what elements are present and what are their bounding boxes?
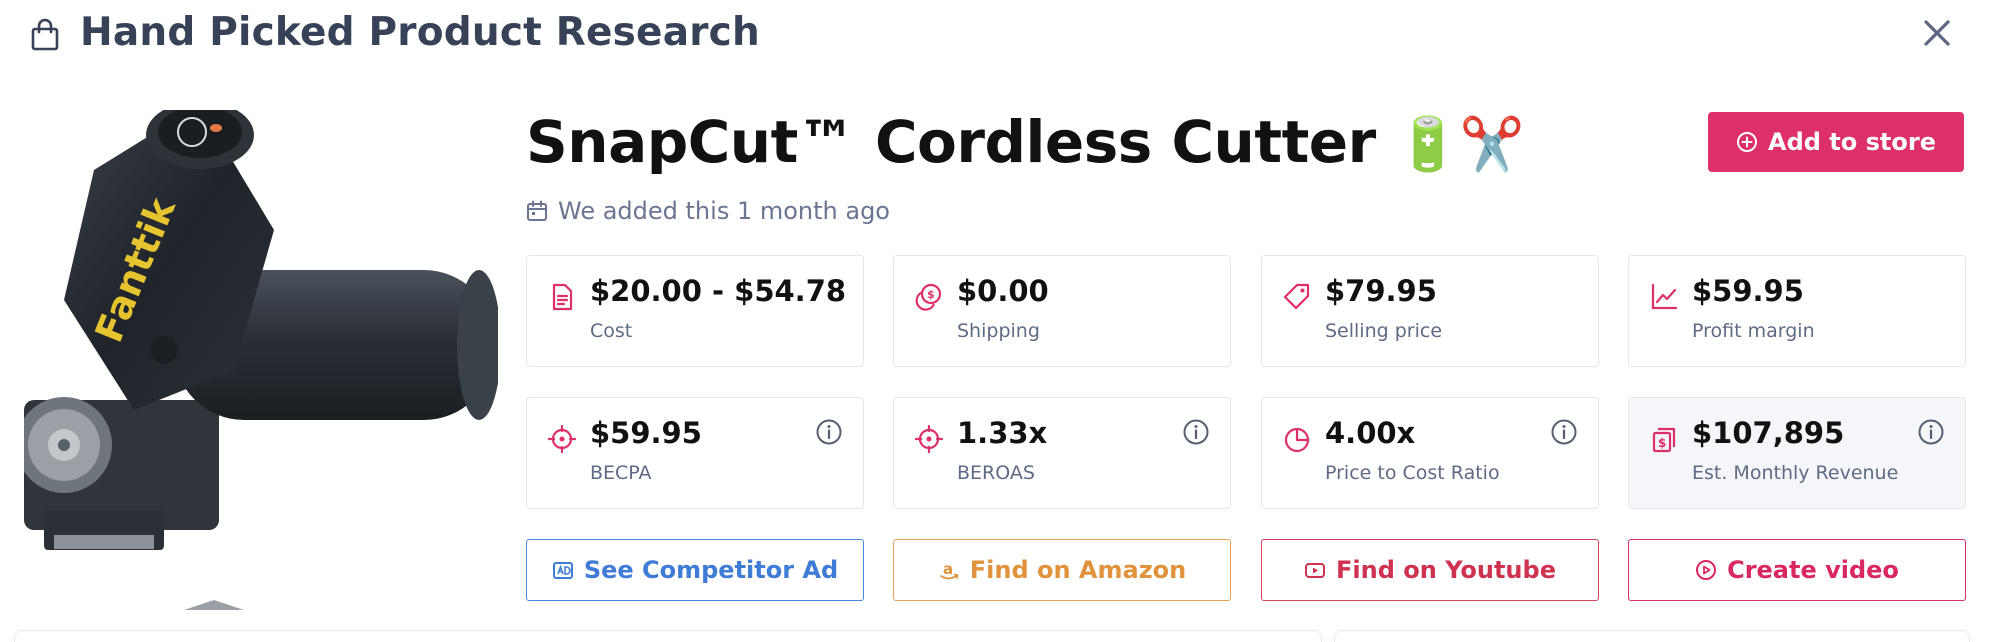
calendar-icon <box>527 200 547 221</box>
stat-label: Selling price <box>1325 320 1443 342</box>
stat-value: $107,895 <box>1692 416 1845 450</box>
modal-title: Hand Picked Product Research <box>80 10 760 55</box>
svg-text:$: $ <box>927 288 935 301</box>
stat-label: Cost <box>590 320 633 342</box>
stat-value: $0.00 <box>957 274 1049 308</box>
plus-circle-icon <box>1737 132 1758 152</box>
product-title: SnapCut™ Cordless Cutter 🔋✂️ <box>526 108 1524 176</box>
document-icon <box>552 283 573 311</box>
svg-text:a: a <box>943 560 953 578</box>
play-circle-icon <box>1696 560 1717 580</box>
see-competitor-ad-label: See Competitor Ad <box>583 556 839 584</box>
stat-value: $79.95 <box>1325 274 1437 308</box>
info-icon[interactable] <box>815 418 843 446</box>
ad-icon <box>552 562 573 579</box>
money-stack-icon: $ <box>1652 427 1676 453</box>
create-video-button[interactable]: Create video <box>1628 539 1966 601</box>
info-icon[interactable] <box>1550 418 1578 446</box>
youtube-icon <box>1305 563 1326 578</box>
create-video-label: Create video <box>1727 556 1899 584</box>
find-on-amazon-button[interactable]: a Find on Amazon <box>893 539 1231 601</box>
modal-header: Hand Picked Product Research <box>0 0 1994 70</box>
stat-label: Shipping <box>957 320 1040 342</box>
stat-card-price-cost-ratio: 4.00x Price to Cost Ratio <box>1261 397 1599 509</box>
close-icon[interactable] <box>1916 12 1958 54</box>
add-to-store-button[interactable]: Add to store <box>1708 112 1964 172</box>
stat-label: BEROAS <box>957 462 1035 484</box>
added-date: We added this 1 month ago <box>526 196 890 226</box>
added-date-text: We added this 1 month ago <box>558 197 890 225</box>
product-title-text: SnapCut™ Cordless Cutter <box>526 108 1376 176</box>
find-on-youtube-label: Find on Youtube <box>1336 556 1556 584</box>
info-icon[interactable] <box>1917 418 1945 446</box>
find-on-amazon-label: Find on Amazon <box>969 556 1187 584</box>
find-on-youtube-button[interactable]: Find on Youtube <box>1261 539 1599 601</box>
stat-card-selling-price: $79.95 Selling price <box>1261 255 1599 367</box>
stat-card-profit-margin: $59.95 Profit margin <box>1628 255 1966 367</box>
coins-icon: $ <box>915 283 942 311</box>
bottom-panel-right <box>1334 630 1970 642</box>
see-competitor-ad-button[interactable]: See Competitor Ad <box>526 539 864 601</box>
tag-icon <box>1283 283 1310 310</box>
amazon-icon: a <box>939 560 959 580</box>
stat-value: $59.95 <box>590 416 702 450</box>
product-image: Fanttik <box>24 110 498 610</box>
trend-chart-icon <box>1651 283 1678 310</box>
stat-label: Est. Monthly Revenue <box>1692 462 1899 484</box>
stat-card-beroas: 1.33x BEROAS <box>893 397 1231 509</box>
info-icon[interactable] <box>1182 418 1210 446</box>
shopping-bag-icon <box>31 18 59 51</box>
crosshair-icon <box>914 424 944 454</box>
battery-scissors-emoji: 🔋✂️ <box>1395 115 1524 175</box>
stat-card-shipping: $ $0.00 Shipping <box>893 255 1231 367</box>
stat-label: Profit margin <box>1692 320 1815 342</box>
crosshair-icon <box>547 424 577 454</box>
stat-value: 4.00x <box>1325 416 1416 450</box>
stat-card-becpa: $59.95 BECPA <box>526 397 864 509</box>
stat-label: Price to Cost Ratio <box>1325 462 1500 484</box>
stat-card-monthly-revenue: $ $107,895 Est. Monthly Revenue <box>1628 397 1966 509</box>
stat-value: 1.33x <box>957 416 1048 450</box>
stat-value: $20.00 - $54.78 <box>590 274 847 308</box>
pie-chart-icon <box>1284 427 1310 453</box>
stat-label: BECPA <box>590 462 652 484</box>
stat-value: $59.95 <box>1692 274 1804 308</box>
add-to-store-label: Add to store <box>1768 128 1936 156</box>
stat-card-cost: $20.00 - $54.78 Cost <box>526 255 864 367</box>
svg-text:$: $ <box>1658 436 1666 450</box>
bottom-panel-left <box>14 630 1322 642</box>
